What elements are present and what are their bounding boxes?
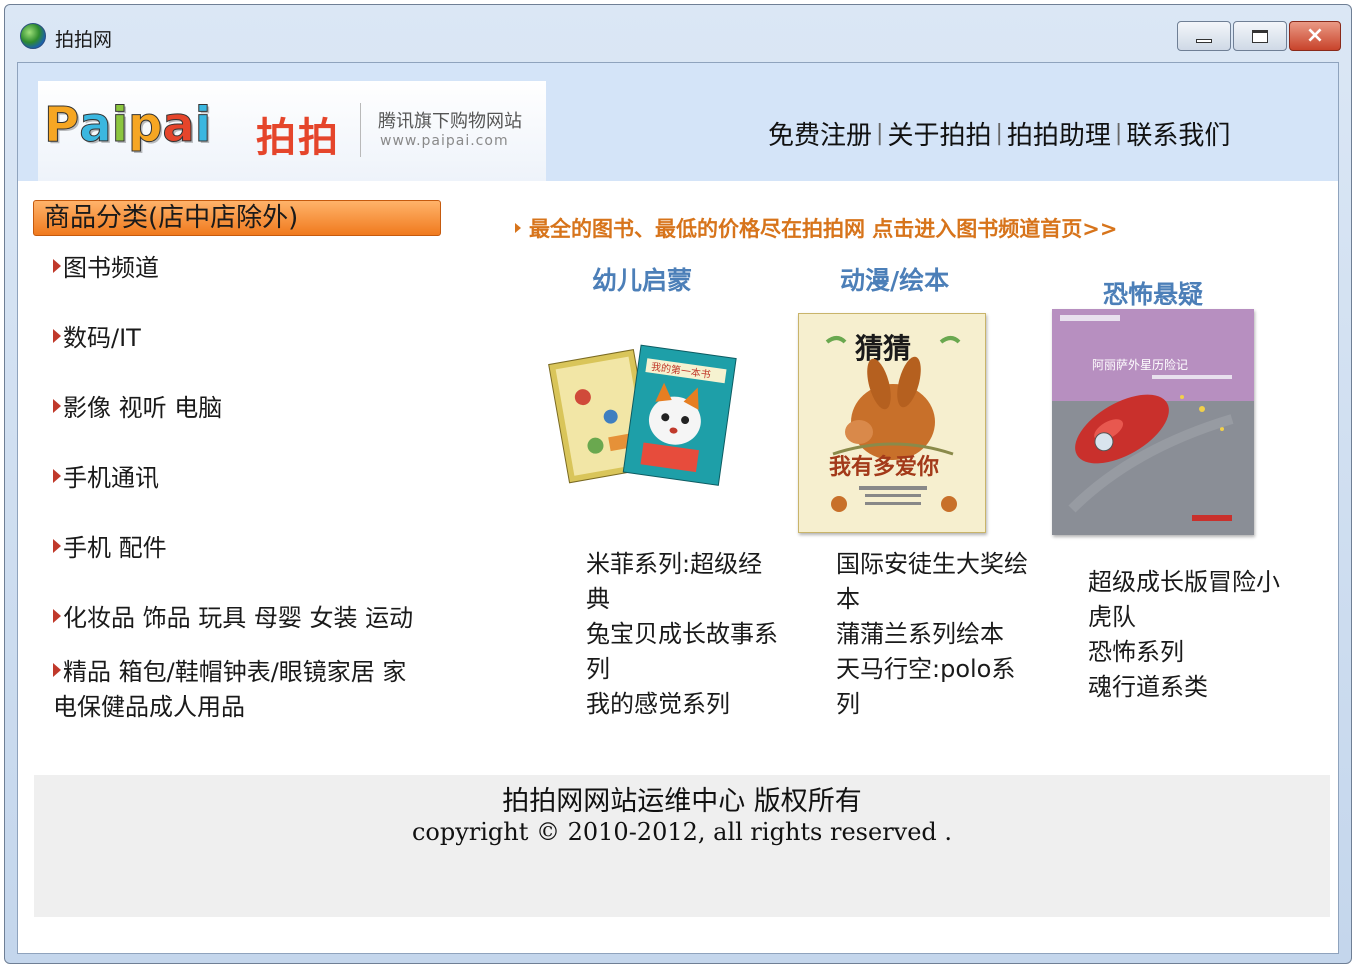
logo-wordmark: P a i p a i [43, 97, 212, 153]
arrow-right-icon [53, 399, 61, 413]
window-title: 拍拍网 [55, 29, 113, 51]
maximize-icon [1252, 29, 1268, 43]
sidebar-item-label: 手机 配件 [63, 534, 167, 562]
book-cover-early-learning[interactable]: 我的第一本书 [548, 333, 738, 493]
list-item[interactable]: 兔宝贝成长故事系列 [586, 617, 786, 687]
logo-letter: p [128, 97, 163, 153]
arrow-right-icon [53, 329, 61, 343]
logo-divider [360, 103, 361, 157]
minimize-icon [1196, 39, 1212, 43]
sublist-comics: 国际安徒生大奖绘本 蒲蒲兰系列绘本 天马行空:polo系列 [836, 547, 1036, 722]
globe-icon [20, 23, 46, 49]
sidebar-item-label: 化妆品 饰品 玩具 母婴 女装 运动 [63, 604, 414, 632]
site-logo[interactable]: P a i p a i 拍拍 腾讯旗下购物网站 www.paipai.com [38, 81, 546, 181]
logo-letter: i [194, 97, 212, 153]
arrow-right-icon [53, 539, 61, 553]
list-item-label: 兔宝贝成长故事系列 [586, 620, 778, 683]
list-item[interactable]: 天马行空:polo系列 [836, 652, 1036, 722]
site-footer: 拍拍网网站运维中心 版权所有 copyright © 2010-2012, al… [34, 775, 1330, 917]
sidebar-item-mobile[interactable]: 手机通讯 [53, 461, 433, 496]
list-item[interactable]: 蒲蒲兰系列绘本 [836, 617, 1036, 652]
list-item[interactable]: 魂行道系类 [1088, 670, 1288, 705]
book-cover-comics[interactable]: 猜猜 我有多爱你 [798, 313, 986, 533]
nav-register[interactable]: 免费注册 [768, 115, 872, 152]
list-item-label: 米菲系列:超级经典 [586, 550, 763, 613]
book-cover-text: 阿丽萨外星历险记 [1092, 357, 1188, 372]
minimize-button[interactable] [1177, 21, 1231, 51]
arrow-right-icon [515, 223, 521, 233]
logo-letter: a [79, 97, 112, 153]
arrow-right-icon [53, 663, 61, 677]
book-cover-text: 我有多爱你 [829, 454, 939, 480]
sidebar-item-label: 手机通讯 [63, 464, 159, 492]
category-header: 商品分类(店中店除外) [33, 200, 441, 236]
list-item-label: 天马行空:polo系列 [836, 655, 1016, 718]
sidebar-item-av-computer[interactable]: 影像 视听 电脑 [53, 391, 433, 426]
logo-letter: a [162, 97, 195, 153]
close-button[interactable]: × [1289, 21, 1341, 51]
book-cover-text: 猜猜 [855, 332, 911, 365]
nav-separator: | [995, 121, 1003, 146]
list-item-label: 我的感觉系列 [586, 690, 730, 718]
sidebar-item-label: 图书频道 [63, 254, 159, 282]
list-item-label: 恐怖系列 [1088, 638, 1184, 666]
arrow-right-icon [53, 469, 61, 483]
nav-about[interactable]: 关于拍拍 [887, 115, 991, 152]
sidebar-item-mobile-accessories[interactable]: 手机 配件 [53, 531, 433, 566]
sublist-early-learning: 米菲系列:超级经典 兔宝贝成长故事系列 我的感觉系列 [586, 547, 786, 722]
nav-separator: | [1114, 121, 1123, 146]
app-window: 拍拍网 × P a i p a i 拍拍 腾讯旗下购物网站 www.paipai [4, 4, 1352, 964]
footer-copyright: copyright © 2010-2012, all rights reserv… [411, 818, 953, 846]
window-controls: × [1175, 21, 1341, 51]
list-item-label: 蒲蒲兰系列绘本 [836, 620, 1004, 648]
list-item-label: 国际安徒生大奖绘本 [836, 550, 1028, 613]
book-illustration: 猜猜 我有多爱你 [825, 332, 961, 512]
maximize-button[interactable] [1233, 21, 1287, 51]
logo-letter: P [43, 97, 80, 153]
top-nav: 免费注册 | 关于拍拍 | 拍拍助理 | 联系我们 [768, 115, 1230, 152]
logo-slogan: 腾讯旗下购物网站 [378, 111, 522, 132]
category-title-early-learning[interactable]: 幼儿启蒙 [592, 261, 692, 297]
logo-letter: i [111, 97, 129, 153]
sidebar-item-books[interactable]: 图书频道 [53, 251, 433, 286]
list-item[interactable]: 恐怖系列 [1088, 635, 1288, 670]
book-cover-horror[interactable]: 阿丽萨外星历险记 [1052, 309, 1254, 535]
nav-assistant[interactable]: 拍拍助理 [1007, 115, 1111, 152]
books-promo-link[interactable]: 最全的图书、最低的价格尽在拍拍网 点击进入图书频道首页>> [515, 213, 1118, 243]
list-item[interactable]: 我的感觉系列 [586, 687, 786, 722]
category-title-comics[interactable]: 动漫/绘本 [840, 261, 949, 297]
logo-chinese-name: 拍拍 [256, 115, 340, 161]
logo-url: www.paipai.com [380, 133, 509, 149]
sublist-horror: 超级成长版冒险小虎队 恐怖系列 魂行道系类 [1088, 565, 1288, 705]
sidebar-item-boutique[interactable]: 精品 箱包/鞋帽钟表/眼镜家居 家电保健品成人用品 [53, 655, 413, 725]
list-item[interactable]: 超级成长版冒险小虎队 [1088, 565, 1288, 635]
sidebar-item-cosmetics[interactable]: 化妆品 饰品 玩具 母婴 女装 运动 [53, 601, 433, 636]
sidebar-item-label: 精品 箱包/鞋帽钟表/眼镜家居 家电保健品成人用品 [53, 658, 407, 721]
list-item-label: 魂行道系类 [1088, 673, 1208, 701]
footer-owner: 拍拍网网站运维中心 版权所有 [502, 786, 862, 817]
title-bar[interactable]: 拍拍网 × [5, 5, 1351, 59]
book-illustration: 阿丽萨外星历险记 [1052, 309, 1254, 535]
list-item[interactable]: 国际安徒生大奖绘本 [836, 547, 1036, 617]
nav-contact[interactable]: 联系我们 [1126, 115, 1230, 152]
web-content: P a i p a i 拍拍 腾讯旗下购物网站 www.paipai.com 免… [17, 62, 1339, 954]
sidebar-item-label: 数码/IT [63, 324, 141, 352]
close-icon: × [1305, 23, 1325, 48]
list-item[interactable]: 米菲系列:超级经典 [586, 547, 786, 617]
site-header: P a i p a i 拍拍 腾讯旗下购物网站 www.paipai.com 免… [18, 63, 1338, 181]
promo-text: 最全的图书、最低的价格尽在拍拍网 点击进入图书频道首页>> [529, 217, 1118, 241]
arrow-right-icon [53, 609, 61, 623]
book-illustration: 我的第一本书 [548, 344, 737, 486]
sidebar-item-digital-it[interactable]: 数码/IT [53, 321, 433, 356]
category-title-horror[interactable]: 恐怖悬疑 [1103, 275, 1203, 311]
sidebar-item-label: 影像 视听 电脑 [63, 394, 223, 422]
list-item-label: 超级成长版冒险小虎队 [1088, 568, 1280, 631]
nav-separator: | [876, 121, 884, 146]
arrow-right-icon [53, 259, 61, 273]
